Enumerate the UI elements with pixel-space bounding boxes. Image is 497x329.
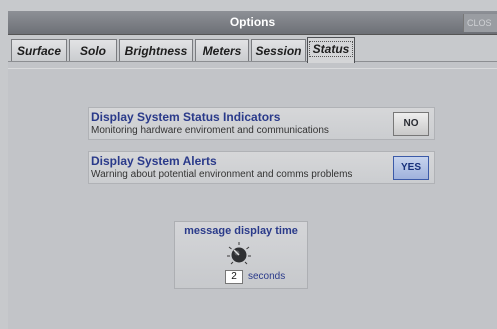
options-window: Options CLOS Surface Solo Brightness Met… — [0, 0, 497, 329]
window-title: Options — [229, 15, 276, 29]
tab-label: Session — [255, 44, 302, 58]
tab-bar: Surface Solo Brightness Meters Session S… — [8, 35, 497, 63]
time-knob-icon[interactable] — [226, 241, 252, 267]
tab-solo[interactable]: Solo — [69, 39, 117, 62]
tab-brightness[interactable]: Brightness — [119, 39, 193, 62]
option-description: Warning about potential environment and … — [91, 169, 353, 180]
time-unit-label: seconds — [248, 271, 286, 282]
tab-label: Surface — [16, 44, 62, 58]
tab-session[interactable]: Session — [251, 39, 306, 62]
close-button[interactable]: CLOS — [463, 14, 497, 32]
time-value-field[interactable]: 2 — [225, 270, 243, 284]
status-indicators-toggle-button[interactable]: NO — [393, 112, 429, 136]
message-display-time-title: message display time — [184, 225, 298, 237]
system-alerts-toggle-button[interactable]: YES — [393, 156, 429, 180]
option-system-alerts: Display System Alerts Warning about pote… — [88, 151, 435, 184]
tab-label: Brightness — [124, 44, 188, 58]
option-description: Monitoring hardware enviroment and commu… — [91, 125, 329, 136]
divider — [8, 68, 497, 69]
tab-label: Status — [308, 41, 354, 57]
option-status-indicators: Display System Status Indicators Monitor… — [88, 107, 435, 140]
tab-surface[interactable]: Surface — [11, 39, 67, 62]
option-title: Display System Status Indicators — [91, 110, 281, 124]
tab-meters[interactable]: Meters — [195, 39, 249, 62]
title-bar: Options CLOS — [8, 11, 497, 35]
message-display-time-panel: message display time 2 seconds — [174, 221, 308, 289]
tab-label: Meters — [202, 44, 242, 58]
option-title: Display System Alerts — [91, 154, 217, 168]
status-panel: Display System Status Indicators Monitor… — [8, 61, 497, 329]
tab-status[interactable]: Status — [307, 37, 355, 63]
tab-label: Solo — [80, 44, 106, 58]
